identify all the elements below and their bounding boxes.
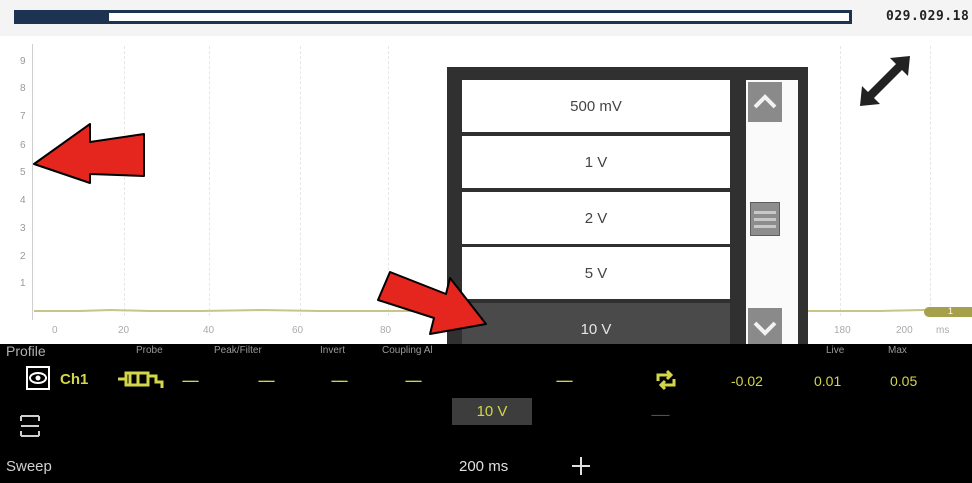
peak-filter-value[interactable]: ------ (258, 375, 275, 387)
grid-line (300, 46, 301, 316)
y-tick-label: 5 (20, 167, 26, 178)
min-value: -0.02 (731, 373, 763, 389)
probe-value[interactable]: ------ (182, 375, 199, 387)
sweep-label: Sweep (6, 458, 52, 475)
trigger-marker-label: 1 (948, 306, 954, 316)
scroll-thumb[interactable] (750, 202, 780, 236)
scale-value-field[interactable]: 10 V (452, 398, 532, 425)
probe-icon[interactable] (116, 366, 168, 392)
x-tick-label: 60 (292, 325, 304, 336)
top-status-bar: 029.029.18 (0, 0, 972, 36)
annotation-arrow-left-icon (33, 123, 145, 184)
y-tick-label: 4 (20, 195, 26, 206)
channel-menu-icon[interactable] (18, 412, 42, 440)
x-tick-label: 0 (52, 325, 58, 336)
buffer-progress-fill (17, 13, 109, 21)
invert-value[interactable]: ------ (331, 375, 348, 387)
coupling-value[interactable]: ------ (405, 375, 422, 387)
position-value[interactable]: ------ (556, 375, 573, 387)
annotation-arrow-down-icon (377, 271, 487, 335)
auto-scale-refresh-icon[interactable] (654, 369, 678, 391)
scale-option[interactable]: 500 mV (462, 80, 730, 132)
channel-control-panel: Profile Probe Peak/Filter Invert Couplin… (0, 343, 972, 483)
chevron-up-icon (753, 94, 777, 109)
x-unit-label: ms (936, 325, 950, 336)
y-tick-label: 8 (20, 83, 26, 94)
live-header: Live (826, 345, 845, 356)
live-value: 0.01 (814, 373, 842, 389)
coupling-header: Coupling Al (382, 345, 433, 356)
file-id-label: 029.029.18 (886, 9, 970, 24)
scale-option[interactable]: 5 V (462, 247, 730, 299)
max-header: Max (888, 345, 907, 356)
x-tick-label: 200 (896, 325, 913, 336)
x-tick-label: 40 (203, 325, 215, 336)
scale-option[interactable]: 2 V (462, 192, 730, 244)
scroll-down-button[interactable] (748, 308, 782, 348)
x-tick-label: 180 (834, 325, 851, 336)
grid-line (840, 46, 841, 316)
invert-header: Invert (320, 345, 346, 356)
scale-value: 10 V (476, 403, 508, 420)
y-tick-label: 2 (20, 251, 26, 262)
scale-option[interactable]: 1 V (462, 136, 730, 188)
sub-dash-value: --------- (651, 410, 670, 420)
x-tick-label: 20 (118, 325, 130, 336)
y-tick-label: 9 (20, 56, 26, 67)
scale-dropdown[interactable]: 500 mV 1 V 2 V 5 V 10 V (447, 67, 808, 357)
sweep-value[interactable]: 200 ms (459, 458, 508, 475)
channel-name[interactable]: Ch1 (60, 371, 88, 388)
y-tick-label: 3 (20, 223, 26, 234)
profile-header: Profile (6, 343, 46, 359)
eye-visibility-icon[interactable] (26, 366, 50, 390)
buffer-progress-bar[interactable] (14, 10, 852, 24)
y-tick-label: 6 (20, 140, 26, 151)
probe-header: Probe (136, 345, 163, 356)
y-tick-label: 7 (20, 111, 26, 122)
expand-icon[interactable] (856, 52, 914, 110)
scroll-up-button[interactable] (748, 82, 782, 122)
grid-line (930, 46, 931, 316)
plus-icon[interactable] (571, 456, 591, 476)
grid-line (209, 46, 210, 316)
y-tick-label: 1 (20, 278, 26, 289)
peak-filter-header: Peak/Filter (214, 345, 262, 356)
chevron-down-icon (753, 321, 777, 336)
max-value: 0.05 (890, 373, 918, 389)
